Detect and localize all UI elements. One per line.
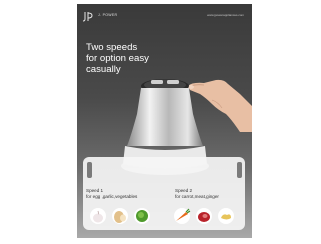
- headline: Two speeds for option easy casually: [86, 42, 196, 75]
- garlic-icon: [90, 208, 106, 224]
- egg-icon: [112, 208, 128, 224]
- carrot-icon: [174, 208, 191, 224]
- speed-dial-right: [237, 162, 242, 178]
- headline-line: for option easy: [86, 53, 149, 64]
- speed-2-desc: for carrot,meat,ginger: [175, 193, 219, 199]
- speed-2-label: Speed 2 for carrot,meat,ginger: [175, 188, 219, 199]
- brand-name: J. POWER: [98, 13, 118, 17]
- jp-logo-icon: [82, 12, 93, 22]
- site-url: www.jpowerappliances.com: [207, 13, 244, 17]
- speed-1-label: Speed 1 for egg ,garlic,vegetables: [86, 188, 137, 199]
- speed-dial-left: [87, 162, 92, 178]
- meat-icon: [196, 208, 212, 224]
- vegetable-icon: [134, 208, 150, 224]
- speed-1-desc: for egg ,garlic,vegetables: [86, 193, 138, 199]
- headline-line: Two speeds: [86, 42, 138, 53]
- product-poster: J. POWER www.jpowerappliances.com Two sp…: [77, 4, 252, 238]
- ginger-icon: [218, 208, 234, 224]
